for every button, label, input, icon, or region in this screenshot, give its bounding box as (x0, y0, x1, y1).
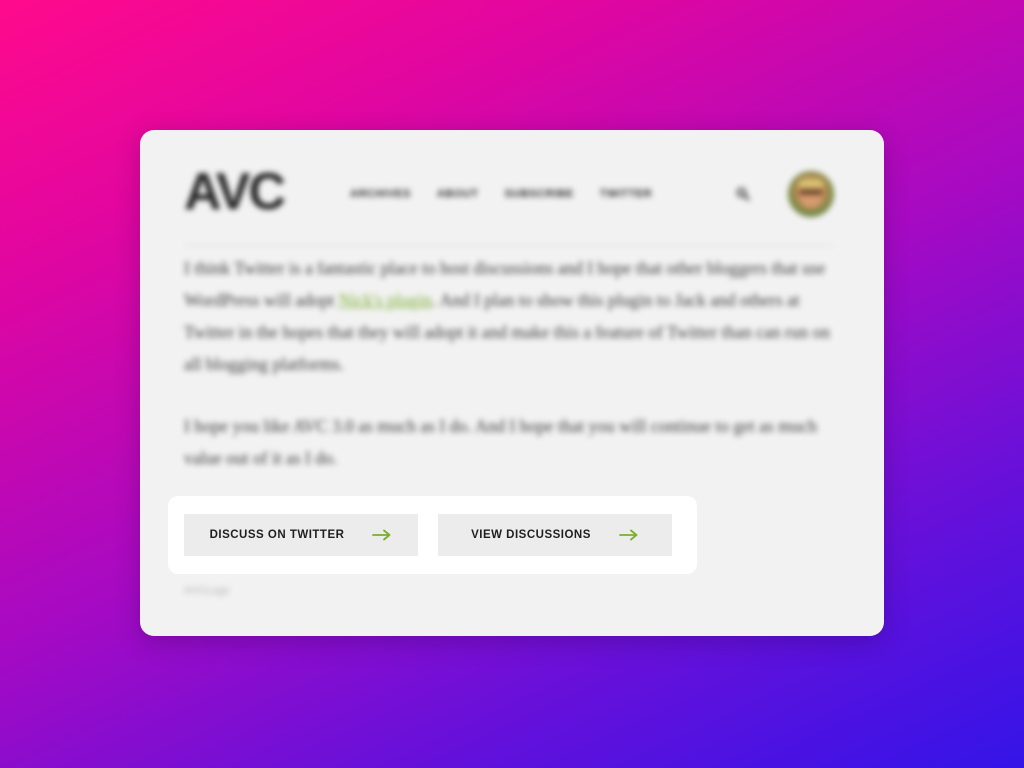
avatar[interactable] (788, 171, 834, 217)
discuss-on-twitter-label: DISCUSS ON TWITTER (209, 529, 345, 541)
nav-item-archives[interactable]: ARCHIVES (350, 188, 411, 200)
arrow-right-icon (372, 529, 391, 541)
post-tags[interactable]: #VCLogs (184, 585, 229, 597)
nav-item-subscribe[interactable]: SUBSCRIBE (504, 188, 573, 200)
discussion-actions-panel: DISCUSS ON TWITTER VIEW DISCUSSIONS (168, 496, 697, 574)
nicks-plugin-link[interactable]: Nick's plugin (339, 290, 432, 310)
article-paragraph: I hope you like AVC 3.0 as much as I do.… (184, 416, 817, 468)
site-logo[interactable]: AVC (184, 166, 286, 218)
nav-item-about[interactable]: ABOUT (437, 188, 479, 200)
header-divider (184, 245, 834, 246)
view-discussions-label: VIEW DISCUSSIONS (471, 529, 591, 541)
discuss-on-twitter-button[interactable]: DISCUSS ON TWITTER (184, 514, 418, 556)
article-paragraph: I think Twitter is a fantastic place to … (184, 258, 831, 374)
main-nav: ARCHIVES ABOUT SUBSCRIBE TWITTER (350, 188, 652, 200)
arrow-right-icon (619, 529, 638, 541)
view-discussions-button[interactable]: VIEW DISCUSSIONS (438, 514, 672, 556)
search-icon[interactable] (736, 187, 750, 201)
article-body: I think Twitter is a fantastic place to … (184, 252, 844, 504)
blog-post-card: AVC ARCHIVES ABOUT SUBSCRIBE TWITTER I t… (140, 130, 884, 636)
nav-item-twitter[interactable]: TWITTER (600, 188, 652, 200)
